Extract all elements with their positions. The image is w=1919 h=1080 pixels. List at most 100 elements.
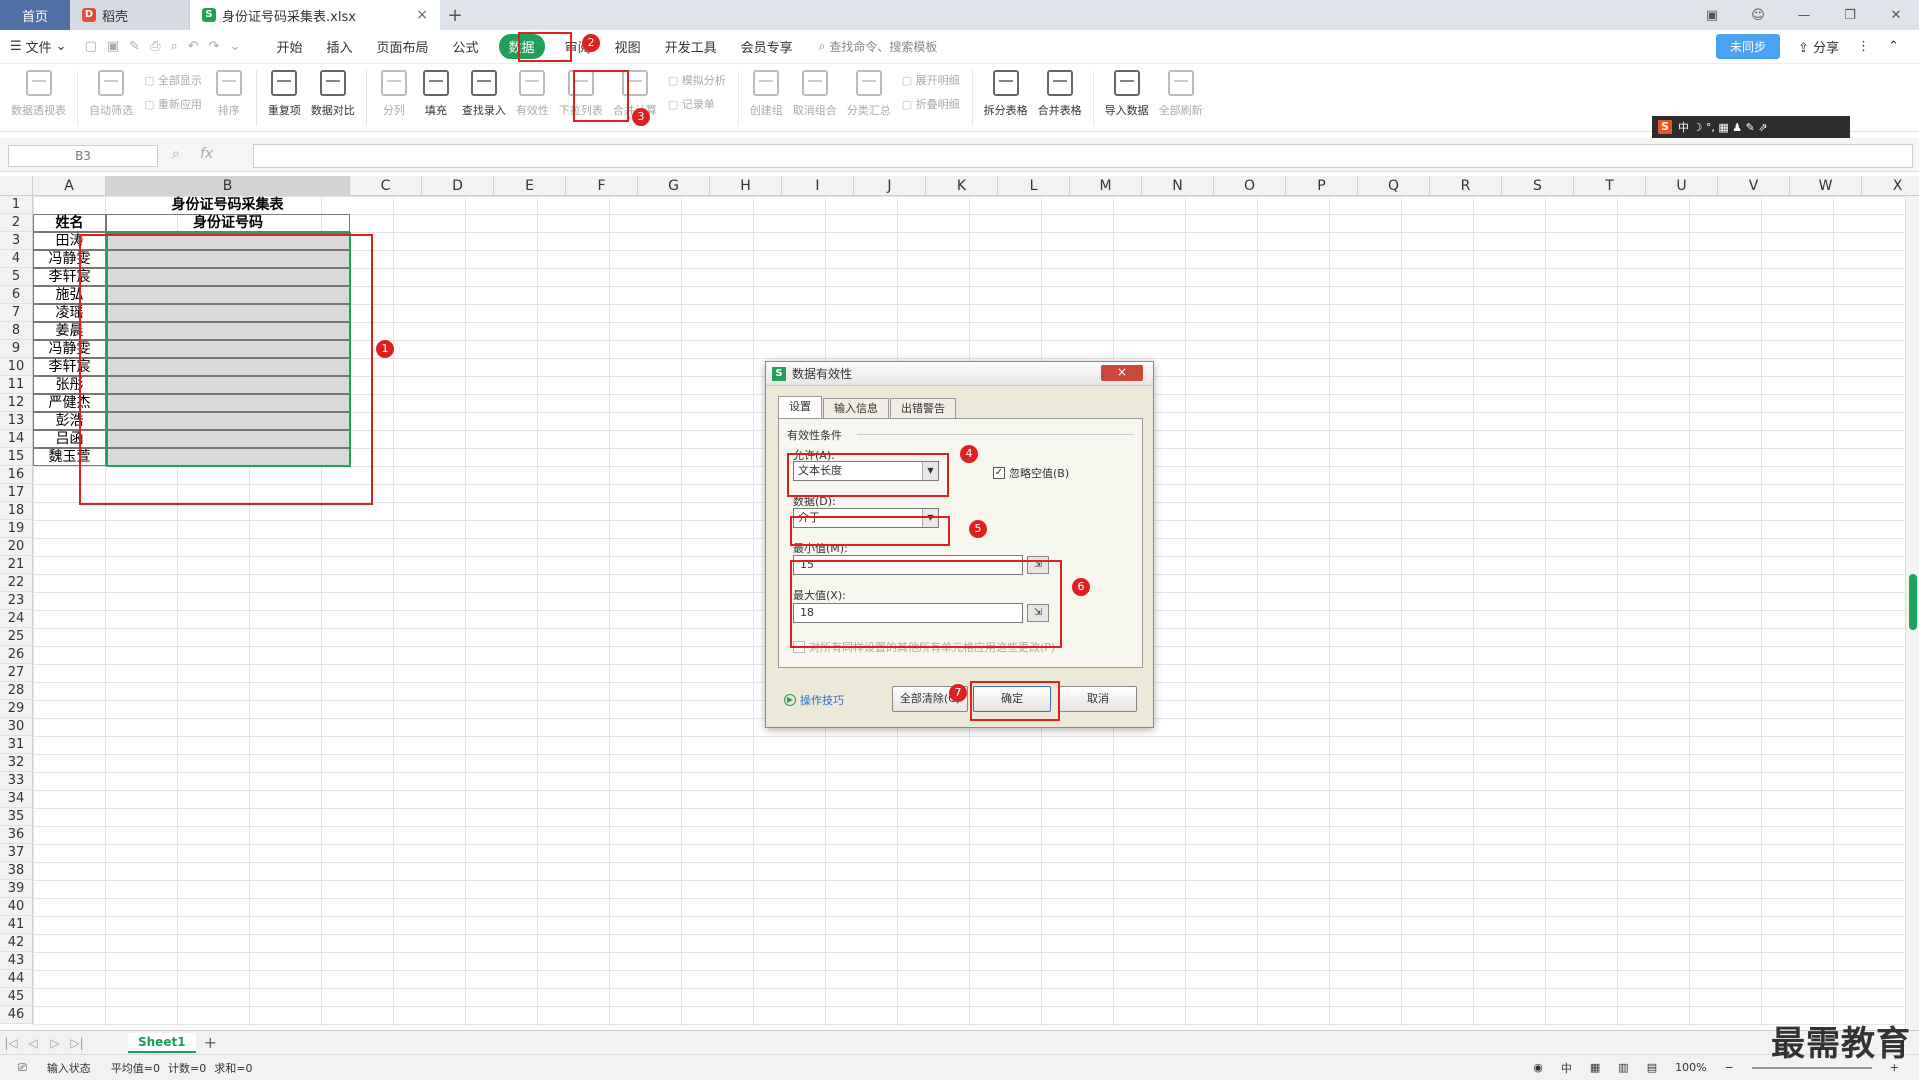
column-header-h[interactable]: H	[710, 176, 782, 196]
autofilter-button[interactable]: 自动筛选	[84, 68, 138, 120]
sidebar-toggle-icon[interactable]: ▣	[1689, 0, 1735, 30]
fill-button[interactable]: 填充	[415, 68, 457, 120]
sort-button[interactable]: 排序	[208, 68, 250, 120]
row-header[interactable]: 44	[0, 970, 32, 988]
normal-view-icon[interactable]: ▦	[1590, 1061, 1600, 1074]
column-header-a[interactable]: A	[33, 176, 106, 196]
avatar[interactable]: ☺	[1735, 0, 1781, 30]
column-header-f[interactable]: F	[566, 176, 638, 196]
column-header-o[interactable]: O	[1214, 176, 1286, 196]
split-table-button[interactable]: 拆分表格	[979, 68, 1033, 120]
column-header-c[interactable]: C	[350, 176, 422, 196]
zoom-level[interactable]: 100%	[1675, 1061, 1706, 1074]
dialog-close-button[interactable]: ×	[1101, 365, 1143, 381]
tab-developer[interactable]: 开发工具	[665, 37, 717, 56]
expand-detail-button[interactable]: 展开明细	[902, 72, 960, 88]
row-header[interactable]: 11	[0, 376, 32, 394]
row-header[interactable]: 35	[0, 808, 32, 826]
column-header-n[interactable]: N	[1142, 176, 1214, 196]
row-header[interactable]: 15	[0, 448, 32, 466]
zoom-slider[interactable]	[1751, 1066, 1872, 1069]
column-header-b[interactable]: B	[106, 176, 350, 196]
header-name-cell[interactable]: 姓名	[33, 214, 106, 232]
sheet-tab-sheet1[interactable]: Sheet1	[128, 1032, 196, 1053]
more-icon[interactable]: ⋮	[1857, 39, 1870, 54]
row-header[interactable]: 1	[0, 196, 32, 214]
row-header[interactable]: 7	[0, 304, 32, 322]
tab-insert[interactable]: 插入	[327, 37, 353, 56]
dialog-titlebar[interactable]: S 数据有效性	[766, 362, 1153, 386]
column-header-g[interactable]: G	[638, 176, 710, 196]
column-header-r[interactable]: R	[1430, 176, 1502, 196]
column-header-t[interactable]: T	[1574, 176, 1646, 196]
print-icon[interactable]: ⎙	[150, 39, 160, 54]
name-box[interactable]: B3	[8, 145, 158, 167]
tab-formula[interactable]: 公式	[453, 37, 479, 56]
collapse-detail-button[interactable]: 折叠明细	[902, 96, 960, 112]
row-header[interactable]: 10	[0, 358, 32, 376]
new-file-icon[interactable]: ▢	[85, 39, 97, 54]
close-window-icon[interactable]: ✕	[1873, 0, 1919, 30]
eye-icon[interactable]: ◉	[1533, 1061, 1543, 1074]
create-group-button[interactable]: 创建组	[745, 68, 788, 120]
row-header[interactable]: 9	[0, 340, 32, 358]
row-header[interactable]: 37	[0, 844, 32, 862]
lookup-entry-button[interactable]: 查找录入	[457, 68, 511, 120]
language-indicator[interactable]: 中	[1561, 1060, 1572, 1076]
column-header-l[interactable]: L	[998, 176, 1070, 196]
row-header[interactable]: 40	[0, 898, 32, 916]
page-layout-icon[interactable]: ▥	[1618, 1061, 1628, 1074]
new-tab-button[interactable]: +	[440, 0, 470, 30]
merge-table-button[interactable]: 合并表格	[1033, 68, 1087, 120]
row-header[interactable]: 12	[0, 394, 32, 412]
row-header[interactable]: 22	[0, 574, 32, 592]
minimize-icon[interactable]: —	[1781, 0, 1827, 30]
select-all-corner[interactable]	[0, 176, 33, 196]
row-header[interactable]: 19	[0, 520, 32, 538]
file-menu[interactable]: ☰ 文件 ⌄	[10, 37, 67, 56]
row-header[interactable]: 5	[0, 268, 32, 286]
refresh-all-button[interactable]: 全部刷新	[1154, 68, 1208, 120]
row-header[interactable]: 43	[0, 952, 32, 970]
ime-toolbar[interactable]: S 中 ☽ °, ▦ ♟ ✎ ⇗	[1652, 116, 1850, 138]
save-icon[interactable]: ▣	[107, 39, 119, 54]
tab-input-message[interactable]: 输入信息	[823, 398, 889, 418]
redo-icon[interactable]: ↷	[209, 39, 220, 54]
print-preview-icon[interactable]: ⌕	[170, 39, 177, 54]
validity-button[interactable]: 有效性	[511, 68, 554, 120]
row-header[interactable]: 45	[0, 988, 32, 1006]
row-header[interactable]: 39	[0, 880, 32, 898]
ignore-blank-checkbox[interactable]: ✓ 忽略空值(B)	[993, 465, 1069, 481]
prev-sheet-icon[interactable]: ◁	[22, 1036, 44, 1050]
page-break-icon[interactable]: ▤	[1647, 1061, 1657, 1074]
row-header[interactable]: 17	[0, 484, 32, 502]
row-header[interactable]: 4	[0, 250, 32, 268]
import-data-button[interactable]: 导入数据	[1100, 68, 1154, 120]
tab-start[interactable]: 开始	[276, 37, 302, 56]
row-header[interactable]: 14	[0, 430, 32, 448]
row-header[interactable]: 30	[0, 718, 32, 736]
tab-active-file[interactable]: S 身份证号码采集表.xlsx ×	[190, 0, 440, 30]
column-header-x[interactable]: X	[1862, 176, 1919, 196]
collapse-ribbon-icon[interactable]: ⌃	[1888, 39, 1899, 54]
restore-icon[interactable]: ❐	[1827, 0, 1873, 30]
first-sheet-icon[interactable]: |◁	[0, 1036, 22, 1050]
fx-icon[interactable]: fx	[200, 146, 213, 162]
column-header-u[interactable]: U	[1646, 176, 1718, 196]
row-header[interactable]: 2	[0, 214, 32, 232]
column-header-e[interactable]: E	[494, 176, 566, 196]
column-header-m[interactable]: M	[1070, 176, 1142, 196]
row-header[interactable]: 16	[0, 466, 32, 484]
tips-link[interactable]: ▶ 操作技巧	[784, 692, 844, 708]
row-header[interactable]: 3	[0, 232, 32, 250]
row-header[interactable]: 26	[0, 646, 32, 664]
row-header[interactable]: 31	[0, 736, 32, 754]
row-header[interactable]: 34	[0, 790, 32, 808]
split-column-button[interactable]: 分列	[373, 68, 415, 120]
format-painter-icon[interactable]: ✎	[129, 39, 140, 54]
tab-settings[interactable]: 设置	[778, 396, 822, 418]
tab-docer[interactable]: D 稻壳	[70, 0, 190, 30]
macro-icon[interactable]: ⎚	[18, 1061, 27, 1075]
scroll-thumb[interactable]	[1909, 574, 1917, 630]
row-header[interactable]: 28	[0, 682, 32, 700]
